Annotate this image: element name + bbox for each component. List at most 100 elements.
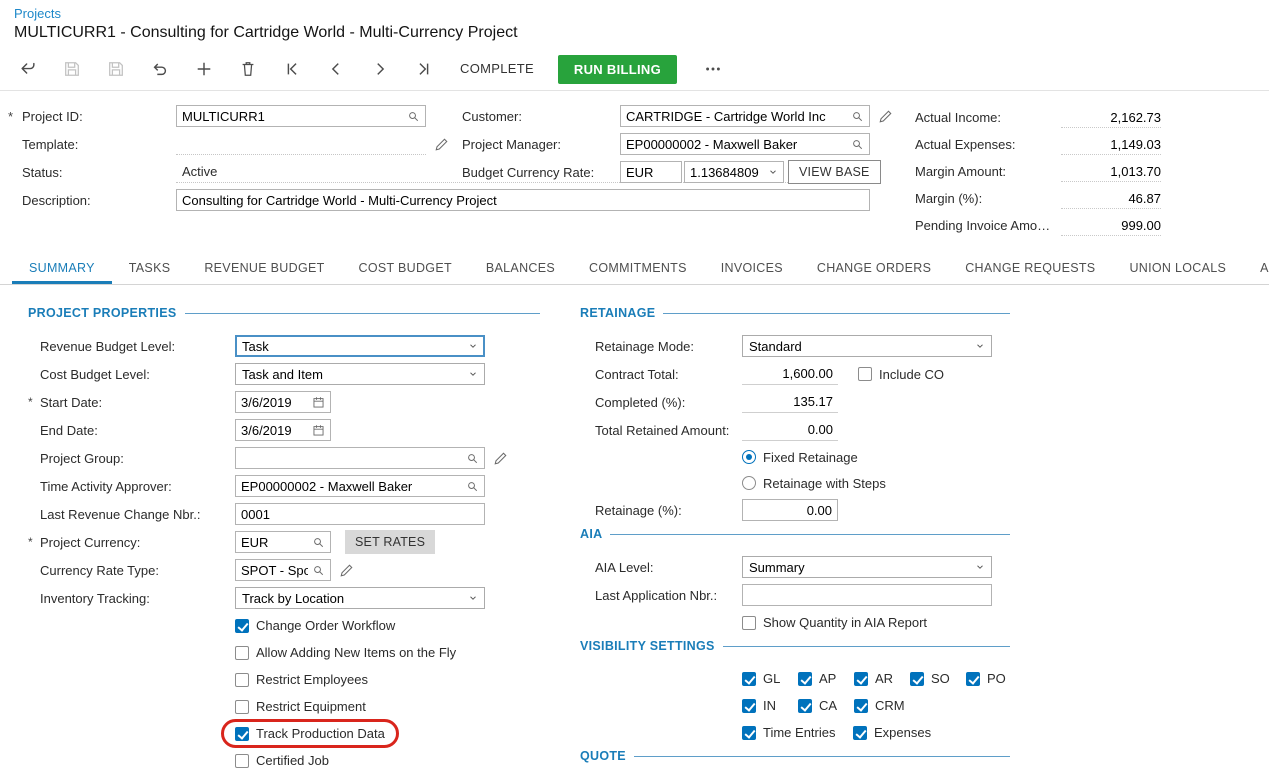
inventory-tracking-select[interactable]: Track by Location	[235, 587, 485, 609]
currency-rate-type-row: Currency Rate Type: SPOT - Spo	[28, 556, 540, 584]
pencil-icon[interactable]	[339, 563, 354, 578]
add-new-button[interactable]	[182, 54, 226, 84]
back-button[interactable]	[6, 54, 50, 84]
restrict-equipment-checkbox[interactable]	[235, 700, 249, 714]
last-application-nbr-field[interactable]	[742, 584, 992, 606]
so-checkbox[interactable]	[910, 672, 924, 686]
project-group-field[interactable]	[235, 447, 485, 469]
previous-record-button[interactable]	[314, 54, 358, 84]
currency-rate-combo[interactable]: 1.13684809	[684, 161, 784, 183]
cost-budget-level-value: Task and Item	[242, 367, 468, 382]
track-production-data-checkbox[interactable]	[235, 727, 249, 741]
next-record-icon	[371, 60, 389, 78]
delete-button[interactable]	[226, 54, 270, 84]
tab-tasks[interactable]: TASKS	[112, 254, 188, 284]
search-icon[interactable]	[312, 564, 325, 577]
expenses-checkbox[interactable]	[853, 726, 867, 740]
crm-checkbox[interactable]	[854, 699, 868, 713]
time-entries-checkbox[interactable]	[742, 726, 756, 740]
actual-income-row: Actual Income: 2,162.73	[915, 104, 1161, 131]
search-icon[interactable]	[851, 138, 864, 151]
customer-field[interactable]: CARTRIDGE - Cartridge World Inc	[620, 105, 870, 127]
in-checkbox[interactable]	[742, 699, 756, 713]
calendar-icon[interactable]	[312, 424, 325, 437]
last-record-button[interactable]	[402, 54, 446, 84]
gl-checkbox[interactable]	[742, 672, 756, 686]
save-close-button[interactable]	[50, 54, 94, 84]
more-actions-button[interactable]	[691, 54, 735, 84]
budget-currency-field[interactable]: EUR	[620, 161, 682, 183]
description-label: Description:	[22, 193, 176, 208]
tab-cost-budget[interactable]: COST BUDGET	[342, 254, 469, 284]
template-field[interactable]	[176, 133, 426, 155]
project-group-row: Project Group:	[28, 444, 540, 472]
project-currency-field[interactable]: EUR	[235, 531, 331, 553]
tab-invoices[interactable]: INVOICES	[704, 254, 800, 284]
last-application-nbr-row: Last Application Nbr.:	[580, 581, 1010, 609]
restrict-employees-checkbox[interactable]	[235, 673, 249, 687]
customer-value: CARTRIDGE - Cartridge World Inc	[626, 109, 847, 124]
end-date-field[interactable]: 3/6/2019	[235, 419, 331, 441]
save-button[interactable]	[94, 54, 138, 84]
tab-summary[interactable]: SUMMARY	[12, 254, 112, 284]
project-properties-section: PROJECT PROPERTIES Revenue Budget Level:…	[28, 303, 540, 774]
view-base-button[interactable]: VIEW BASE	[788, 160, 881, 184]
show-quantity-checkbox[interactable]	[742, 616, 756, 630]
pencil-icon[interactable]	[493, 451, 508, 466]
project-manager-row: Project Manager: EP00000002 - Maxwell Ba…	[462, 130, 912, 158]
revenue-budget-level-select[interactable]: Task	[235, 335, 485, 357]
tab-revenue-budget[interactable]: REVENUE BUDGET	[187, 254, 341, 284]
retainage-header: RETAINAGE	[580, 305, 1010, 321]
tab-balances[interactable]: BALANCES	[469, 254, 572, 284]
visibility-crm: CRM	[854, 698, 905, 713]
search-icon[interactable]	[407, 110, 420, 123]
aia-level-select[interactable]: Summary	[742, 556, 992, 578]
run-billing-button[interactable]: RUN BILLING	[558, 55, 677, 84]
time-activity-approver-row: Time Activity Approver: EP00000002 - Max…	[28, 472, 540, 500]
allow-adding-new-items-checkbox[interactable]	[235, 646, 249, 660]
change-order-workflow-checkbox[interactable]	[235, 619, 249, 633]
aia-header: AIA	[580, 526, 1010, 542]
retainage-mode-select[interactable]: Standard	[742, 335, 992, 357]
project-manager-field[interactable]: EP00000002 - Maxwell Baker	[620, 133, 870, 155]
search-icon[interactable]	[466, 452, 479, 465]
currency-rate-type-field[interactable]: SPOT - Spo	[235, 559, 331, 581]
undo-button[interactable]	[138, 54, 182, 84]
cost-budget-level-select[interactable]: Task and Item	[235, 363, 485, 385]
tab-change-requests[interactable]: CHANGE REQUESTS	[948, 254, 1112, 284]
pencil-icon[interactable]	[434, 137, 449, 152]
start-date-field[interactable]: 3/6/2019	[235, 391, 331, 413]
breadcrumb[interactable]: Projects	[14, 6, 61, 21]
set-rates-button[interactable]: SET RATES	[345, 530, 435, 554]
include-co-checkbox[interactable]	[858, 367, 872, 381]
next-record-button[interactable]	[358, 54, 402, 84]
po-checkbox[interactable]	[966, 672, 980, 686]
margin-percent-value: 46.87	[1061, 188, 1161, 209]
certified-job-checkbox[interactable]	[235, 754, 249, 768]
retainage-with-steps-radio[interactable]	[742, 476, 756, 490]
retainage-percent-field[interactable]: 0.00	[742, 499, 838, 521]
last-revenue-change-nbr-row: Last Revenue Change Nbr.: 0001	[28, 500, 540, 528]
start-date-label: Start Date:	[40, 395, 235, 410]
tab-commitments[interactable]: COMMITMENTS	[572, 254, 704, 284]
project-id-field[interactable]: MULTICURR1	[176, 105, 426, 127]
complete-button[interactable]: COMPLETE	[446, 54, 548, 84]
pencil-icon[interactable]	[878, 109, 893, 124]
ca-checkbox[interactable]	[798, 699, 812, 713]
actual-income-label: Actual Income:	[915, 110, 1053, 125]
ar-checkbox[interactable]	[854, 672, 868, 686]
search-icon[interactable]	[312, 536, 325, 549]
ap-checkbox[interactable]	[798, 672, 812, 686]
tab-union-locals[interactable]: UNION LOCALS	[1112, 254, 1243, 284]
tab-change-orders[interactable]: CHANGE ORDERS	[800, 254, 948, 284]
tab-activities[interactable]: ACTIVITIES	[1243, 254, 1269, 284]
fixed-retainage-radio[interactable]	[742, 450, 756, 464]
last-revenue-change-nbr-value: 0001	[241, 507, 479, 522]
search-icon[interactable]	[851, 110, 864, 123]
description-field[interactable]: Consulting for Cartridge World - Multi-C…	[176, 189, 870, 211]
search-icon[interactable]	[466, 480, 479, 493]
last-revenue-change-nbr-field[interactable]: 0001	[235, 503, 485, 525]
time-activity-approver-field[interactable]: EP00000002 - Maxwell Baker	[235, 475, 485, 497]
calendar-icon[interactable]	[312, 396, 325, 409]
first-record-button[interactable]	[270, 54, 314, 84]
